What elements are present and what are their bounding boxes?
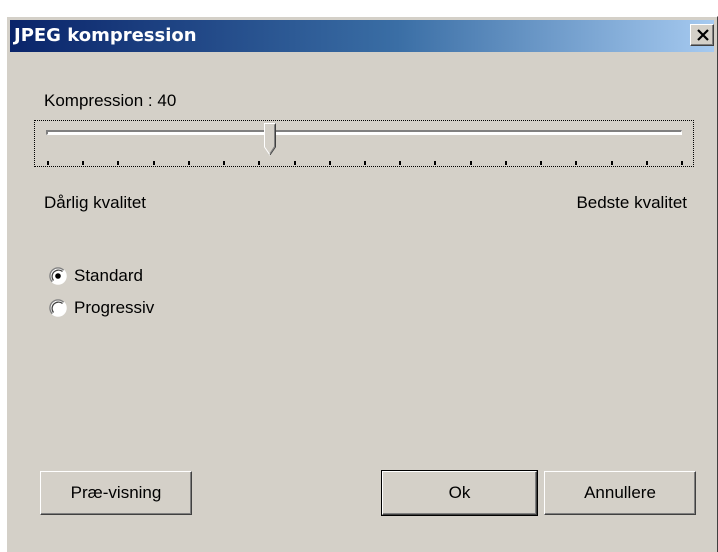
radio-progressive-label: Progressiv: [74, 298, 155, 317]
slider-tick: [645, 161, 648, 165]
slider-tick: [152, 161, 155, 165]
slider-tick: [82, 161, 85, 165]
best-quality-label: Bedste kvalitet: [576, 193, 687, 212]
compression-slider[interactable]: [34, 120, 694, 167]
slider-tick: [540, 161, 543, 165]
slider-tick: [47, 161, 49, 165]
slider-tick: [117, 161, 120, 165]
title-bar[interactable]: JPEG kompression: [10, 20, 714, 52]
slider-tick: [434, 161, 437, 165]
slider-tick: [610, 161, 613, 165]
compression-label-text: Kompression :: [44, 91, 158, 110]
radio-selected-icon[interactable]: [49, 267, 67, 285]
slider-tick: [293, 161, 296, 165]
radio-progressive[interactable]: Progressiv: [49, 297, 154, 319]
slider-tick: [575, 161, 578, 165]
slider-tick: [504, 161, 507, 165]
slider-ticks: [35, 121, 693, 166]
slider-tick: [399, 161, 402, 165]
slider-tick: [681, 161, 683, 165]
preview-button[interactable]: Præ-visning: [40, 471, 192, 515]
slider-tick: [469, 161, 472, 165]
jpeg-compression-dialog: JPEG kompression Kompression : 40 Dårlig…: [6, 16, 718, 552]
close-icon: [697, 29, 709, 41]
slider-thumb[interactable]: [263, 123, 276, 157]
radio-unselected-icon[interactable]: [49, 299, 67, 317]
slider-tick: [328, 161, 331, 165]
slider-tick: [364, 161, 366, 165]
slider-track: [46, 130, 682, 135]
cancel-button[interactable]: Annullere: [544, 471, 696, 515]
ok-button[interactable]: Ok: [381, 470, 538, 516]
slider-tick: [223, 161, 226, 165]
radio-standard-label: Standard: [74, 266, 143, 285]
low-quality-label: Dårlig kvalitet: [44, 193, 147, 212]
compression-value: 40: [157, 91, 177, 110]
radio-standard[interactable]: Standard: [49, 265, 143, 287]
slider-tick: [258, 161, 261, 165]
window-title: JPEG kompression: [14, 25, 197, 46]
compression-label: Kompression : 40: [44, 91, 176, 111]
close-button[interactable]: [690, 24, 714, 46]
slider-tick: [187, 161, 190, 165]
